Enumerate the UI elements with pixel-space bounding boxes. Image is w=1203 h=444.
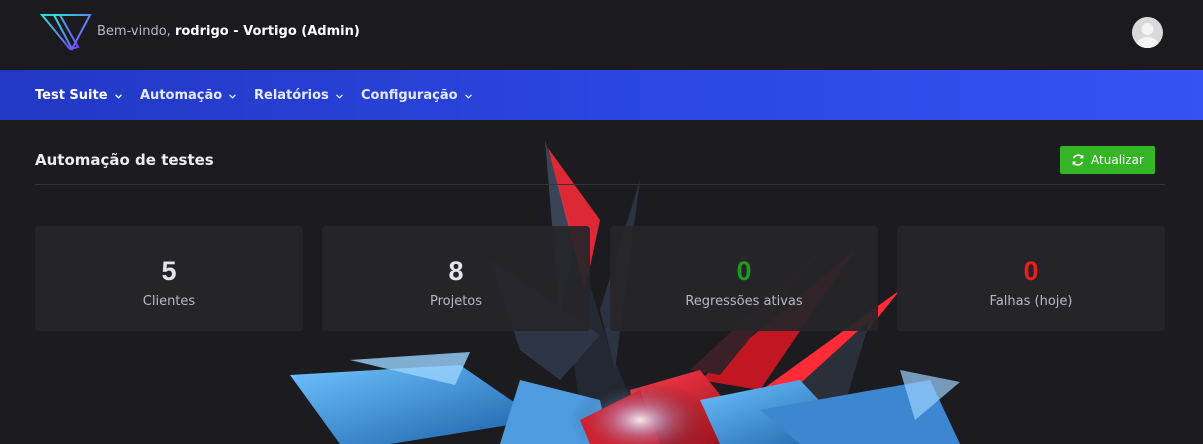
stat-label: Falhas (hoje)	[989, 294, 1073, 309]
top-header: Bem-vindo, rodrigo - Vortigo (Admin)	[0, 0, 1203, 70]
refresh-button[interactable]: Atualizar	[1060, 146, 1155, 174]
stat-card-clientes: 5 Clientes	[35, 226, 303, 331]
stat-label: Clientes	[142, 294, 196, 309]
vortigo-v-logo-icon[interactable]	[40, 13, 92, 51]
chevron-down-icon	[114, 70, 122, 122]
refresh-icon	[1072, 154, 1084, 166]
nav-item-test-suite[interactable]: Test Suite	[35, 70, 122, 120]
chevron-down-icon	[335, 70, 343, 122]
welcome-message: Bem-vindo, rodrigo - Vortigo (Admin)	[97, 24, 360, 39]
main-navbar: Test Suite Automação Relatórios Configur…	[0, 70, 1203, 120]
nav-item-label: Test Suite	[35, 88, 108, 103]
user-avatar-icon[interactable]	[1132, 17, 1163, 48]
stat-value: 0	[1023, 256, 1039, 286]
chevron-down-icon	[464, 70, 472, 122]
page-title: Automação de testes	[35, 151, 214, 169]
stat-value: 5	[161, 256, 177, 286]
refresh-button-label: Atualizar	[1091, 153, 1144, 167]
stat-label: Regressões ativas	[685, 294, 803, 309]
stat-label: Projetos	[429, 294, 483, 309]
nav-item-relatorios[interactable]: Relatórios	[254, 70, 343, 120]
nav-item-label: Configuração	[361, 88, 458, 103]
stat-card-regressoes-ativas: 0 Regressões ativas	[610, 226, 878, 331]
nav-item-label: Automação	[140, 88, 223, 103]
stat-value: 8	[448, 256, 464, 286]
section-divider	[35, 184, 1165, 185]
stat-value: 0	[736, 256, 752, 286]
stat-card-projetos: 8 Projetos	[322, 226, 590, 331]
nav-item-label: Relatórios	[254, 88, 329, 103]
current-user-name: rodrigo - Vortigo (Admin)	[174, 24, 360, 39]
nav-item-configuracao[interactable]: Configuração	[361, 70, 472, 120]
nav-item-automacao[interactable]: Automação	[140, 70, 237, 122]
chevron-down-icon	[229, 70, 237, 122]
stat-card-falhas-hoje: 0 Falhas (hoje)	[897, 226, 1165, 331]
welcome-prefix: Bem-vindo,	[97, 24, 171, 39]
